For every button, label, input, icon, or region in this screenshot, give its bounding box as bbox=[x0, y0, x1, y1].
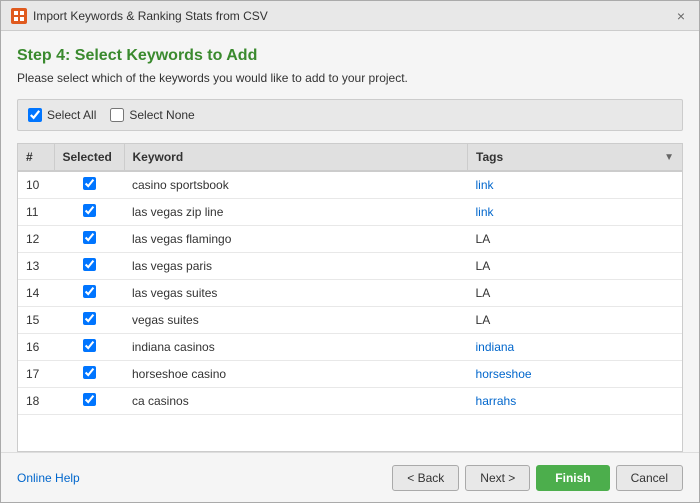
cell-num: 17 bbox=[18, 361, 54, 388]
online-help-link[interactable]: Online Help bbox=[17, 471, 80, 485]
cell-keyword: las vegas zip line bbox=[124, 199, 468, 226]
cell-checkbox[interactable] bbox=[54, 280, 124, 307]
cell-num: 11 bbox=[18, 199, 54, 226]
select-none-label[interactable]: Select None bbox=[110, 108, 194, 122]
main-window: Import Keywords & Ranking Stats from CSV… bbox=[0, 0, 700, 503]
table-body: 10 casino sportsbooklink 11 las vegas zip l… bbox=[18, 171, 682, 415]
cell-checkbox[interactable] bbox=[54, 253, 124, 280]
cell-keyword: indiana casinos bbox=[124, 334, 468, 361]
col-header-num: # bbox=[18, 144, 54, 171]
cell-checkbox[interactable] bbox=[54, 388, 124, 415]
finish-button[interactable]: Finish bbox=[536, 465, 609, 491]
cell-num: 13 bbox=[18, 253, 54, 280]
cell-keyword: las vegas flamingo bbox=[124, 226, 468, 253]
close-button[interactable]: × bbox=[673, 8, 689, 24]
table-row: 18 ca casinosharrahs bbox=[18, 388, 682, 415]
cell-tag: LA bbox=[468, 253, 682, 280]
row-checkbox[interactable] bbox=[83, 312, 96, 325]
cell-tag: link bbox=[468, 171, 682, 199]
cell-checkbox[interactable] bbox=[54, 307, 124, 334]
table-row: 10 casino sportsbooklink bbox=[18, 171, 682, 199]
select-none-text: Select None bbox=[129, 108, 194, 122]
row-checkbox[interactable] bbox=[83, 393, 96, 406]
step-title: Step 4: Select Keywords to Add bbox=[17, 47, 683, 65]
cell-num: 12 bbox=[18, 226, 54, 253]
title-bar-left: Import Keywords & Ranking Stats from CSV bbox=[11, 8, 268, 24]
row-checkbox[interactable] bbox=[83, 177, 96, 190]
cell-checkbox[interactable] bbox=[54, 171, 124, 199]
cell-keyword: casino sportsbook bbox=[124, 171, 468, 199]
row-checkbox[interactable] bbox=[83, 339, 96, 352]
table-row: 13 las vegas parisLA bbox=[18, 253, 682, 280]
cell-num: 18 bbox=[18, 388, 54, 415]
table-row: 16 indiana casinosindiana bbox=[18, 334, 682, 361]
table-row: 15 vegas suitesLA bbox=[18, 307, 682, 334]
table-row: 11 las vegas zip linelink bbox=[18, 199, 682, 226]
cell-keyword: vegas suites bbox=[124, 307, 468, 334]
cell-tag: harrahs bbox=[468, 388, 682, 415]
footer-right: < Back Next > Finish Cancel bbox=[392, 465, 683, 491]
cell-checkbox[interactable] bbox=[54, 226, 124, 253]
cell-checkbox[interactable] bbox=[54, 361, 124, 388]
table-row: 17 horseshoe casinohorseshoe bbox=[18, 361, 682, 388]
row-checkbox[interactable] bbox=[83, 204, 96, 217]
row-checkbox[interactable] bbox=[83, 285, 96, 298]
back-button[interactable]: < Back bbox=[392, 465, 459, 491]
cell-tag: horseshoe bbox=[468, 361, 682, 388]
footer: Online Help < Back Next > Finish Cancel bbox=[1, 452, 699, 502]
select-all-label[interactable]: Select All bbox=[28, 108, 96, 122]
next-button[interactable]: Next > bbox=[465, 465, 530, 491]
cell-keyword: las vegas paris bbox=[124, 253, 468, 280]
content-area: Step 4: Select Keywords to Add Please se… bbox=[1, 31, 699, 452]
cell-num: 10 bbox=[18, 171, 54, 199]
row-checkbox[interactable] bbox=[83, 258, 96, 271]
cell-tag: indiana bbox=[468, 334, 682, 361]
cell-num: 15 bbox=[18, 307, 54, 334]
select-all-text: Select All bbox=[47, 108, 96, 122]
cell-num: 14 bbox=[18, 280, 54, 307]
row-checkbox[interactable] bbox=[83, 366, 96, 379]
cell-checkbox[interactable] bbox=[54, 199, 124, 226]
select-none-checkbox[interactable] bbox=[110, 108, 124, 122]
cell-keyword: las vegas suites bbox=[124, 280, 468, 307]
table-row: 14 las vegas suitesLA bbox=[18, 280, 682, 307]
cell-num: 16 bbox=[18, 334, 54, 361]
col-header-tags: Tags ▼ bbox=[468, 144, 682, 171]
cell-tag: LA bbox=[468, 226, 682, 253]
row-checkbox[interactable] bbox=[83, 231, 96, 244]
select-all-checkbox[interactable] bbox=[28, 108, 42, 122]
tags-dropdown-arrow[interactable]: ▼ bbox=[664, 152, 674, 163]
step-description: Please select which of the keywords you … bbox=[17, 71, 683, 85]
table-header-row: # Selected Keyword Tags ▼ bbox=[18, 144, 682, 171]
window-title: Import Keywords & Ranking Stats from CSV bbox=[33, 9, 268, 23]
cell-tag: link bbox=[468, 199, 682, 226]
footer-left: Online Help bbox=[17, 470, 80, 485]
cancel-button[interactable]: Cancel bbox=[616, 465, 683, 491]
cell-tag: LA bbox=[468, 307, 682, 334]
cell-keyword: horseshoe casino bbox=[124, 361, 468, 388]
app-icon bbox=[11, 8, 27, 24]
title-bar: Import Keywords & Ranking Stats from CSV… bbox=[1, 1, 699, 31]
cell-checkbox[interactable] bbox=[54, 334, 124, 361]
select-controls: Select All Select None bbox=[17, 99, 683, 131]
cell-tag: LA bbox=[468, 280, 682, 307]
table-row: 12 las vegas flamingoLA bbox=[18, 226, 682, 253]
keywords-table: # Selected Keyword Tags ▼ 10 casino sport… bbox=[18, 144, 682, 415]
keywords-table-container[interactable]: # Selected Keyword Tags ▼ 10 casino sport… bbox=[17, 143, 683, 452]
col-header-keyword: Keyword bbox=[124, 144, 468, 171]
col-header-selected: Selected bbox=[54, 144, 124, 171]
cell-keyword: ca casinos bbox=[124, 388, 468, 415]
